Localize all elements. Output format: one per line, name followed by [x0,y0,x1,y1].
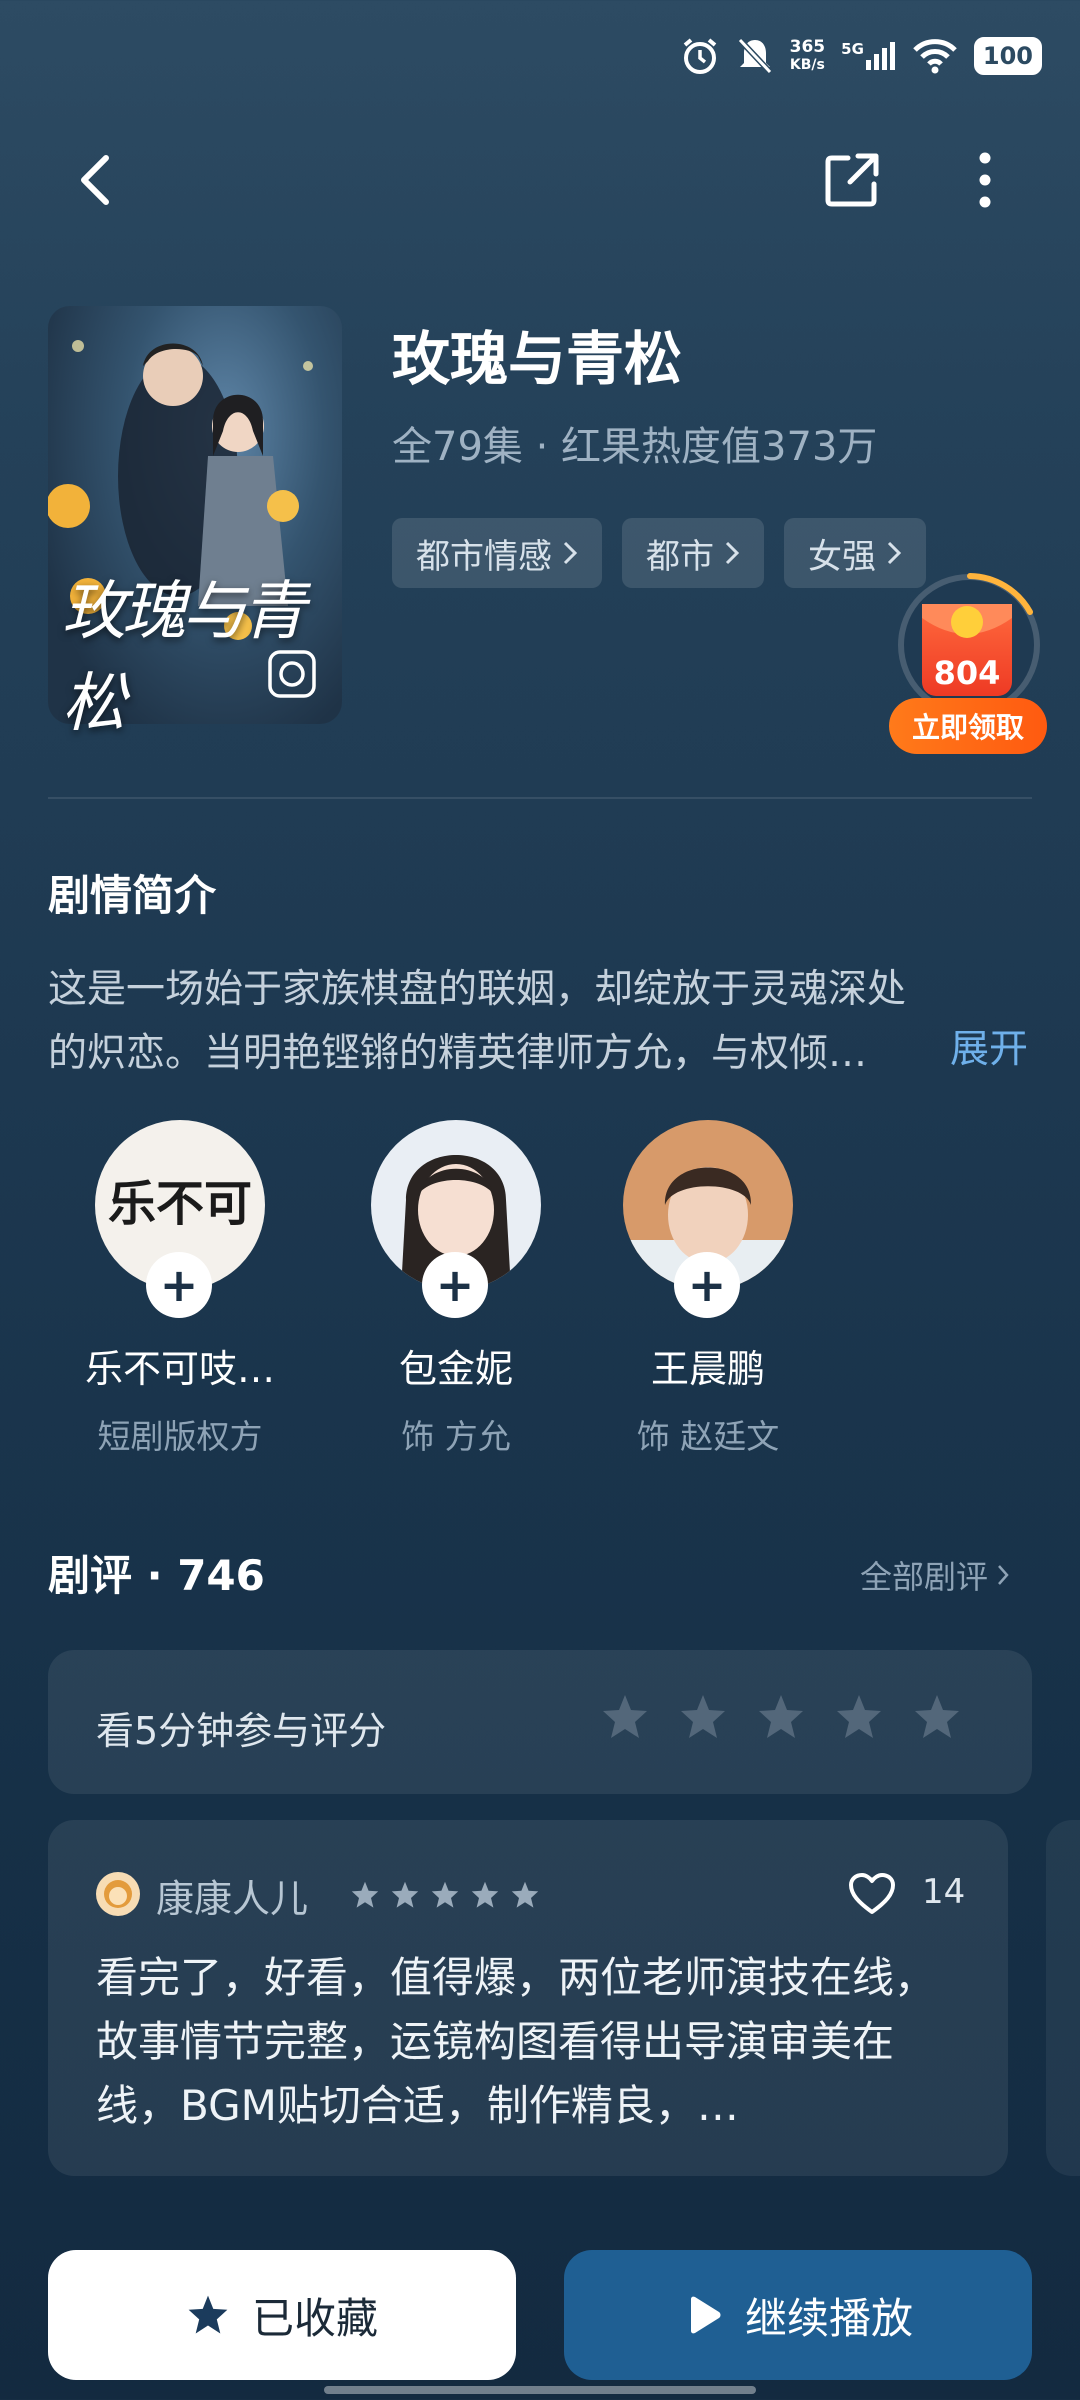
cast-role: 饰 赵廷文 [636,1417,780,1456]
star-icon [351,1881,379,1908]
more-options-button[interactable] [955,148,1015,212]
favorite-label: 已收藏 [251,2293,378,2343]
back-button[interactable] [66,150,126,210]
tag-list: 都市情感 都市 女强 [392,518,926,588]
reviewer-name[interactable]: 康康人儿 [156,1868,308,1923]
poster-title-art: 玫瑰与青松 [62,575,306,741]
claim-reward-button[interactable]: 立即领取 [889,698,1047,754]
network-speed: 365 KB/s [789,37,826,73]
chevron-right-icon [725,541,740,565]
avatar [96,1872,140,1916]
tag-urban[interactable]: 都市 [622,518,764,588]
tag-label: 女强 [808,536,876,577]
alarm-icon [683,38,716,74]
continue-play-button[interactable]: 继续播放 [564,2250,1032,2380]
review-text: 看完了，好看，值得爆，两位老师演技在线，故事情节完整，运镜构图看得出导演审美在线… [96,1953,937,2130]
like-heart-icon[interactable] [848,1872,896,1916]
expand-synopsis-button[interactable]: 展开 [950,1018,1028,1074]
home-indicator[interactable] [324,2386,756,2394]
star-icon[interactable] [912,1692,962,1742]
next-review-card[interactable] [1046,1820,1080,2176]
share-button[interactable] [820,148,884,212]
star-icon[interactable] [756,1692,806,1742]
star-icon [431,1881,459,1908]
signal-bars-icon [865,42,895,70]
rating-stars[interactable] [600,1692,962,1742]
star-filled-icon [188,2295,228,2334]
drama-title: 玫瑰与青松 [392,325,683,393]
reward-widget[interactable]: 804 立即领取 [889,573,1047,764]
synopsis-heading: 剧情简介 [48,871,217,920]
synopsis-text: 这是一场始于家族棋盘的联姻，却绽放于灵魂深处的炽恋。当明艳铿锵的精英律师方允，与… [48,967,907,1076]
svg-text:乐不可: 乐不可 [108,1176,252,1232]
cast-role: 短剧版权方 [97,1417,263,1456]
reward-amount: 804 [933,654,1001,692]
status-icons: 365 KB/s 5G 100 [680,30,1042,82]
star-icon [471,1881,499,1908]
rating-prompt: 看5分钟参与评分 [96,1709,387,1753]
play-icon [690,2296,721,2334]
review-star-rating [350,1880,540,1910]
all-reviews-link[interactable]: 全部剧评 [860,1552,1010,1598]
tag-label: 都市 [646,536,714,577]
star-icon [391,1881,419,1908]
follow-plus-button[interactable]: + [674,1252,740,1318]
wifi-icon [913,39,957,74]
divider [48,797,1032,799]
cast-role: 饰 方允 [401,1417,511,1456]
star-icon[interactable] [834,1692,884,1742]
battery-indicator: 100 [973,37,1042,75]
signal-indicator: 5G [841,42,896,70]
like-count: 14 [922,1872,966,1912]
tag-label: 都市情感 [416,536,552,577]
reviews-heading: 剧评 · 746 [48,1551,265,1600]
star-icon[interactable] [600,1692,650,1742]
tag-urban-romance[interactable]: 都市情感 [392,518,602,588]
star-icon[interactable] [678,1692,728,1742]
cast-name: 王晨鹏 [650,1347,765,1391]
star-icon [511,1881,539,1908]
follow-plus-button[interactable]: + [146,1252,212,1318]
follow-plus-button[interactable]: + [422,1252,488,1318]
drama-meta: 全79集 · 红果热度值373万 [392,424,878,470]
chevron-right-icon [887,541,902,565]
play-label: 继续播放 [744,2293,913,2343]
mute-bell-icon [737,37,772,75]
cast-item[interactable]: 乐不可 + 乐不可吱… 短剧版权方 [60,1120,300,1460]
status-bar: 365 KB/s 5G 100 [0,0,1080,110]
cast-name: 包金妮 [398,1347,513,1391]
cast-item[interactable]: + 包金妮 饰 方允 [336,1120,576,1460]
chevron-right-icon [563,541,578,565]
favorite-button[interactable]: 已收藏 [48,2250,516,2380]
chevron-right-icon [998,1565,1009,1585]
all-reviews-label: 全部剧评 [860,1558,989,1596]
cast-name: 乐不可吱… [84,1347,275,1391]
cast-item[interactable]: + 王晨鹏 饰 赵廷文 [588,1120,828,1460]
